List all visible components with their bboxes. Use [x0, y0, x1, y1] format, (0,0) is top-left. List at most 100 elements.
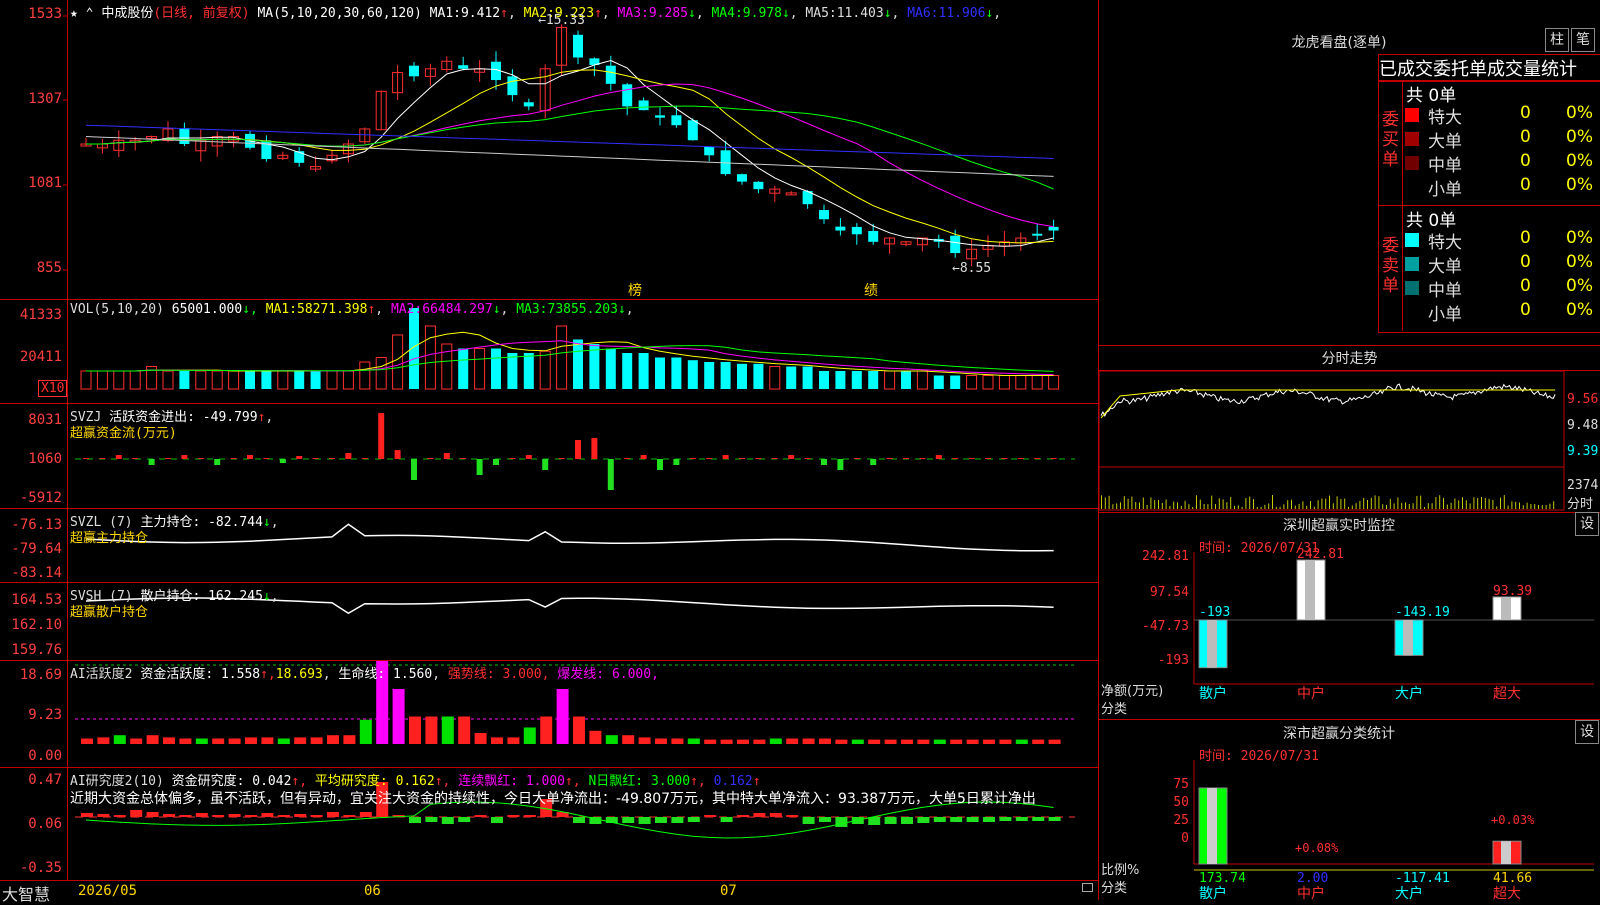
- volume-bar[interactable]: [622, 353, 633, 389]
- svzj-bar[interactable]: [673, 459, 680, 465]
- classify-chart[interactable]: 75 50 25 0 +0.08% +0.03% 173.74 2.00 -117.41 41.6…: [1099, 720, 1600, 900]
- ai-research-bar[interactable]: [884, 817, 897, 824]
- ai-research-bar[interactable]: [113, 815, 126, 817]
- ai-active-bar[interactable]: [950, 739, 963, 744]
- ai-active-bar[interactable]: [983, 739, 995, 744]
- kline-candle[interactable]: [720, 150, 731, 175]
- ai-active-bar[interactable]: [228, 738, 241, 745]
- volume-bar[interactable]: [162, 370, 174, 390]
- ai-active-bar[interactable]: [655, 738, 667, 745]
- svzj-bar[interactable]: [870, 459, 877, 465]
- ai-active-bar[interactable]: [523, 727, 536, 745]
- ai-research-bar[interactable]: [195, 813, 208, 817]
- volume-bar[interactable]: [868, 371, 879, 389]
- svzj-bar[interactable]: [312, 458, 319, 459]
- svzj-bar[interactable]: [657, 459, 663, 470]
- svzj-bar[interactable]: [509, 458, 516, 459]
- ai-active-bar[interactable]: [81, 738, 93, 745]
- ai-research-bar[interactable]: [474, 815, 487, 817]
- svzj-bar[interactable]: [1001, 458, 1008, 459]
- monitor-panel[interactable]: 深圳超赢实时监控 设 时间: 2026/07/31 242.81 97.54 -47…: [1099, 512, 1600, 720]
- ai-active-bar[interactable]: [1032, 739, 1045, 744]
- classify-panel[interactable]: 深市超赢分类统计 设 时间: 2026/07/31 75 50 25 0 +0.08% +…: [1099, 720, 1600, 900]
- ai-research-bar[interactable]: [901, 817, 913, 824]
- svzj-bar[interactable]: [165, 458, 171, 459]
- ai-research-bar[interactable]: [245, 815, 257, 817]
- ai-active-bar[interactable]: [277, 738, 290, 745]
- volume-bar[interactable]: [737, 363, 747, 389]
- svzj-bar[interactable]: [132, 458, 139, 459]
- svzj-bar[interactable]: [1050, 458, 1057, 459]
- ai-research-bar[interactable]: [966, 817, 979, 822]
- ai-active-bar[interactable]: [638, 737, 651, 744]
- svzj-bar[interactable]: [83, 458, 89, 459]
- svzj-bar[interactable]: [804, 458, 811, 459]
- svzj-bar[interactable]: [230, 458, 237, 459]
- svzj-bar[interactable]: [296, 456, 303, 459]
- ai-active-bar[interactable]: [212, 738, 225, 745]
- kline-candle[interactable]: [671, 115, 682, 126]
- volume-bar[interactable]: [982, 375, 994, 390]
- volume-bar[interactable]: [96, 370, 108, 390]
- svzj-bar[interactable]: [542, 459, 549, 470]
- ai-research-bar[interactable]: [1015, 817, 1028, 821]
- kline-candle[interactable]: [1032, 233, 1043, 236]
- volume-bar[interactable]: [786, 366, 797, 390]
- kline-panel[interactable]: ★ ⌃ 中成股份(日线, 前复权) MA(5,10,20,30,60,120) …: [0, 0, 1098, 300]
- ai-research-bar[interactable]: [179, 815, 192, 817]
- ai-research-bar[interactable]: [704, 815, 717, 817]
- ai-research-bar[interactable]: [687, 817, 700, 822]
- ai-active-bar[interactable]: [310, 737, 323, 744]
- ai-research-bar[interactable]: [523, 815, 536, 817]
- volume-bar[interactable]: [245, 371, 255, 389]
- svzj-bar[interactable]: [148, 459, 155, 465]
- ai-active-bar[interactable]: [392, 689, 405, 744]
- volume-bar[interactable]: [129, 370, 141, 390]
- svzj-bar[interactable]: [607, 459, 614, 490]
- ai-active-bar[interactable]: [146, 735, 159, 744]
- volume-bar[interactable]: [294, 371, 305, 389]
- ai-research-bar[interactable]: [769, 813, 782, 817]
- svzj-bar[interactable]: [181, 455, 188, 459]
- lock-icon[interactable]: [1082, 883, 1093, 892]
- ai-research-bar[interactable]: [802, 817, 815, 824]
- ai-research-bar[interactable]: [868, 817, 881, 825]
- volume-bar[interactable]: [491, 348, 501, 390]
- volume-bar[interactable]: [113, 370, 125, 390]
- volume-bar[interactable]: [392, 334, 404, 390]
- ai-active-bar[interactable]: [261, 737, 274, 744]
- ai-research-bar[interactable]: [409, 817, 421, 823]
- ai-research-bar[interactable]: [983, 817, 995, 822]
- kline-candle[interactable]: [737, 174, 747, 182]
- app-brand[interactable]: 大智慧: [2, 881, 50, 905]
- svzj-bar[interactable]: [427, 458, 434, 459]
- volume-bar[interactable]: [261, 371, 272, 389]
- volume-bar[interactable]: [310, 371, 321, 389]
- svzj-bar[interactable]: [968, 458, 975, 459]
- volume-bar[interactable]: [950, 375, 961, 390]
- ai-research-bar[interactable]: [491, 817, 503, 823]
- svzj-bar[interactable]: [853, 458, 860, 459]
- ai-active-bar[interactable]: [343, 735, 356, 744]
- volume-bar[interactable]: [573, 339, 583, 390]
- svzj-bar[interactable]: [493, 459, 499, 465]
- volume-bar[interactable]: [179, 371, 190, 389]
- ai-active-bar[interactable]: [605, 735, 618, 744]
- star-icon[interactable]: ★: [70, 6, 78, 21]
- kline-candle[interactable]: [605, 65, 616, 84]
- ai-research-bar[interactable]: [425, 817, 438, 822]
- ai-active-bar[interactable]: [540, 716, 553, 745]
- ai-active-bar[interactable]: [769, 738, 782, 745]
- ai-research-bar[interactable]: [228, 814, 241, 817]
- volume-bar[interactable]: [687, 360, 698, 389]
- kline-candle[interactable]: [638, 100, 649, 111]
- volume-bar[interactable]: [80, 370, 92, 390]
- kline-candle[interactable]: [655, 115, 665, 118]
- svzj-bar[interactable]: [739, 458, 745, 459]
- volume-bar[interactable]: [966, 375, 978, 390]
- svzj-bar[interactable]: [525, 455, 532, 459]
- volume-bar[interactable]: [556, 325, 568, 390]
- volume-bar[interactable]: [998, 375, 1010, 390]
- ai-research-bar[interactable]: [737, 815, 749, 817]
- volume-bar[interactable]: [375, 357, 387, 390]
